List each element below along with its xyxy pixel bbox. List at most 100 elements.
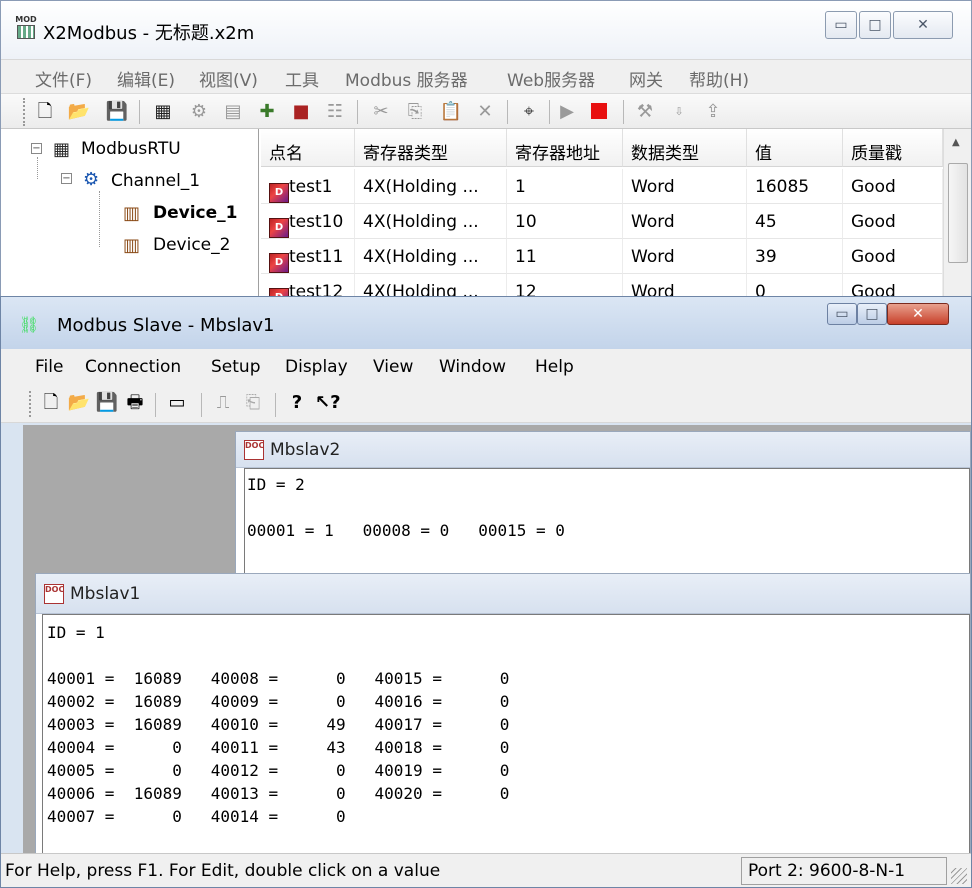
- mbslav1-window[interactable]: DOC Mbslav1 ID = 1 40001 = 16089 40008 =…: [35, 573, 971, 856]
- toolbar-grip[interactable]: [29, 391, 31, 417]
- register-row[interactable]: 40001 = 16089 40008 = 0 40015 = 0: [47, 667, 509, 690]
- cell-quality[interactable]: Good: [843, 239, 943, 274]
- menu-edit[interactable]: 编辑(E): [117, 66, 175, 91]
- open-icon[interactable]: 📂: [67, 391, 91, 415]
- about-icon[interactable]: ?: [285, 391, 309, 415]
- cut-icon[interactable]: ✂: [369, 100, 393, 124]
- close-button[interactable]: ✕: [887, 303, 949, 325]
- minimize-button[interactable]: ▭: [827, 303, 857, 325]
- column-header-register-address[interactable]: 寄存器地址: [507, 129, 623, 167]
- cell-value[interactable]: 39: [747, 239, 843, 274]
- column-header-value[interactable]: 值: [747, 129, 843, 167]
- menu-connection[interactable]: Connection: [85, 357, 181, 377]
- mbslav2-titlebar[interactable]: DOC Mbslav2: [236, 432, 970, 468]
- save-icon[interactable]: 💾: [105, 100, 129, 124]
- delete-icon[interactable]: ✕: [473, 100, 497, 124]
- table-row[interactable]: Dtest1: [261, 169, 355, 204]
- menu-window[interactable]: Window: [439, 357, 506, 377]
- tree-node-device-1[interactable]: Device_1: [153, 203, 238, 223]
- menu-help[interactable]: Help: [535, 357, 574, 377]
- stop-icon[interactable]: [587, 100, 611, 124]
- maximize-button[interactable]: □: [857, 303, 887, 325]
- monitor-icon[interactable]: ⌖: [517, 100, 541, 124]
- cell-data-type[interactable]: Word: [623, 169, 747, 204]
- table-row[interactable]: Dtest10: [261, 204, 355, 239]
- cell-register-type[interactable]: 4X(Holding ...: [355, 239, 507, 274]
- cell-value[interactable]: 16085: [747, 169, 843, 204]
- register-row[interactable]: 40005 = 0 40012 = 0 40019 = 0: [47, 759, 509, 782]
- register-row[interactable]: 40007 = 0 40014 = 0: [47, 805, 346, 828]
- tree-node-channel[interactable]: Channel_1: [111, 171, 200, 191]
- new-icon[interactable]: 🗋: [33, 100, 57, 124]
- cell-value[interactable]: 45: [747, 204, 843, 239]
- column-header-register-type[interactable]: 寄存器类型: [355, 129, 507, 167]
- column-header-data-type[interactable]: 数据类型: [623, 129, 747, 167]
- tree-node-modbusrtu[interactable]: ModbusRTU: [81, 139, 181, 159]
- menu-file[interactable]: File: [35, 357, 63, 377]
- mbslav1-titlebar[interactable]: DOC Mbslav1: [36, 574, 970, 614]
- minimize-button[interactable]: ▭: [825, 11, 857, 39]
- grid-scrollbar[interactable]: ▲: [943, 129, 971, 301]
- mbslav2-register-view[interactable]: ID = 2 00001 = 1 00008 = 0 00015 = 0: [244, 468, 970, 582]
- print-icon[interactable]: 🖶: [123, 391, 147, 415]
- toolbar-grip[interactable]: [23, 98, 25, 126]
- register-row[interactable]: 40002 = 16089 40009 = 0 40016 = 0: [47, 690, 509, 713]
- scrollbar-thumb[interactable]: [948, 163, 968, 263]
- copy-icon[interactable]: ⎘: [403, 100, 427, 124]
- table-row[interactable]: Dtest11: [261, 239, 355, 274]
- menu-file[interactable]: 文件(F): [35, 66, 92, 91]
- cell-quality[interactable]: Good: [843, 204, 943, 239]
- cell-quality[interactable]: Good: [843, 169, 943, 204]
- cell-register-type[interactable]: 4X(Holding ...: [355, 204, 507, 239]
- mbslav1-register-view[interactable]: ID = 1 40001 = 16089 40008 = 0 40015 = 0…: [42, 614, 970, 856]
- run-icon[interactable]: ▶: [555, 100, 579, 124]
- mbslav2-window[interactable]: DOC Mbslav2 ID = 2 00001 = 1 00008 = 0 0…: [235, 431, 971, 583]
- cell-data-type[interactable]: Word: [623, 204, 747, 239]
- paste-icon[interactable]: 📋: [439, 100, 463, 124]
- tree-node-device-2[interactable]: Device_2: [153, 235, 230, 255]
- window-icon[interactable]: ▭: [165, 391, 189, 415]
- tag-icon[interactable]: ▤: [221, 100, 245, 124]
- new-icon[interactable]: 🗋: [39, 391, 63, 415]
- disconnect-icon[interactable]: ⎗: [241, 391, 265, 415]
- device-icon[interactable]: ⚙: [187, 100, 211, 124]
- add-tag-icon[interactable]: ■: [289, 100, 313, 124]
- menu-help[interactable]: 帮助(H): [689, 66, 749, 91]
- cell-register-type[interactable]: 4X(Holding ...: [355, 169, 507, 204]
- menu-gateway[interactable]: 网关: [629, 66, 663, 91]
- cell-address[interactable]: 11: [507, 239, 623, 274]
- connect-icon[interactable]: ⎍: [211, 391, 235, 415]
- register-row[interactable]: 40006 = 16089 40013 = 0 40020 = 0: [47, 782, 509, 805]
- menu-modbus-server[interactable]: Modbus 服务器: [345, 66, 468, 91]
- tree-collapse-icon[interactable]: −: [31, 143, 42, 154]
- close-button[interactable]: ✕: [893, 11, 953, 39]
- column-header-quality[interactable]: 质量戳: [843, 129, 943, 167]
- open-icon[interactable]: 📂: [67, 100, 91, 124]
- export-icon[interactable]: ⇪: [701, 100, 725, 124]
- resize-grip[interactable]: [951, 868, 967, 884]
- menu-web-server[interactable]: Web服务器: [507, 66, 595, 91]
- menu-view[interactable]: 视图(V): [199, 66, 258, 91]
- menu-view[interactable]: View: [373, 357, 413, 377]
- load-icon[interactable]: ⇩: [667, 100, 691, 124]
- cell-data-type[interactable]: Word: [623, 239, 747, 274]
- menu-setup[interactable]: Setup: [211, 357, 260, 377]
- column-header-name[interactable]: 点名: [261, 129, 355, 167]
- cell-address[interactable]: 10: [507, 204, 623, 239]
- register-row[interactable]: 40003 = 16089 40010 = 49 40017 = 0: [47, 713, 509, 736]
- tree-collapse-icon[interactable]: −: [61, 173, 72, 184]
- cell-address[interactable]: 1: [507, 169, 623, 204]
- mbslav2-register-row[interactable]: 00001 = 1 00008 = 0 00015 = 0: [247, 519, 565, 542]
- properties-icon[interactable]: ☷: [323, 100, 347, 124]
- menu-tools[interactable]: 工具: [285, 66, 319, 91]
- menu-display[interactable]: Display: [285, 357, 348, 377]
- register-row[interactable]: 40004 = 0 40011 = 43 40018 = 0: [47, 736, 509, 759]
- channel-icon[interactable]: ▦: [151, 100, 175, 124]
- add-icon[interactable]: ✚: [255, 100, 279, 124]
- tools-icon[interactable]: ⚒: [633, 100, 657, 124]
- save-icon[interactable]: 💾: [95, 391, 119, 415]
- maximize-button[interactable]: □: [859, 11, 891, 39]
- x2modbus-titlebar[interactable]: MOD X2Modbus - 无标题.x2m ▭ □ ✕: [1, 1, 971, 59]
- modbus-slave-titlebar[interactable]: ⛓ Modbus Slave - Mbslav1 ▭ □ ✕: [1, 297, 971, 349]
- context-help-icon[interactable]: ↖?: [315, 391, 341, 415]
